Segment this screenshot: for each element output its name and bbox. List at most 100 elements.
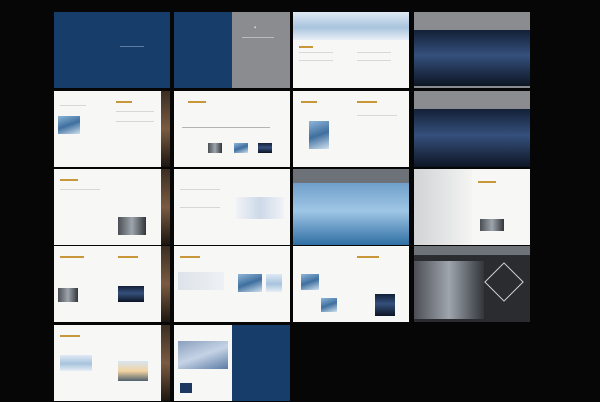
map-line-2 <box>180 207 220 208</box>
tower-photo <box>309 121 329 149</box>
back-cover-left-page <box>174 325 232 401</box>
sunset-photo-1 <box>60 355 92 371</box>
brochure-spread-contents[interactable] <box>293 12 409 88</box>
team-photo-3 <box>258 143 272 153</box>
map-left-page <box>174 169 232 245</box>
contents-line-4 <box>357 60 391 61</box>
team-photo <box>480 219 504 231</box>
brochure-spread-sailing[interactable] <box>293 169 409 245</box>
service-photo-1 <box>58 288 78 302</box>
project-table <box>178 272 224 290</box>
project-photo-1 <box>238 274 262 292</box>
service-photo-2 <box>118 286 144 302</box>
brochure-spread-service[interactable] <box>54 246 170 322</box>
diamond-header-band <box>414 246 530 255</box>
sunset-accent <box>60 335 80 337</box>
company-strip <box>161 91 170 167</box>
service-strip <box>161 246 170 322</box>
team-image-left <box>414 169 472 245</box>
architecture-right-page <box>351 246 409 322</box>
project-photo-2 <box>266 274 282 292</box>
profile-accent <box>60 179 78 181</box>
contents-accent <box>299 46 313 48</box>
brochure-spread-city-view[interactable] <box>414 12 530 88</box>
timeline-accent <box>188 101 206 103</box>
sailing-photo <box>293 183 409 245</box>
brochure-spread-map[interactable] <box>174 169 290 245</box>
team-accent <box>478 181 496 183</box>
profile-right-page <box>112 169 170 245</box>
company-line-1 <box>60 105 86 106</box>
night-city-photo <box>414 109 530 167</box>
brochure-spread-cover[interactable] <box>54 12 170 88</box>
night-view-page <box>414 91 530 167</box>
contents-page <box>293 12 409 88</box>
brochure-spread-sunset[interactable] <box>54 325 170 401</box>
diamond-icon: ◆ <box>254 25 257 29</box>
brochure-spread-architecture[interactable] <box>293 246 409 322</box>
brochure-spread-back-cover[interactable] <box>174 325 290 401</box>
map-line-1 <box>180 189 220 190</box>
timeline-axis <box>182 127 270 128</box>
cover-rule <box>120 46 144 47</box>
projects-right-page <box>232 246 290 322</box>
team-photo-1 <box>208 143 222 153</box>
handshake-photo <box>414 261 484 319</box>
brochure-spread-buildings[interactable] <box>293 91 409 167</box>
company-line-2 <box>116 111 154 112</box>
buildings-accent-right <box>357 101 377 103</box>
arch-photo-3 <box>375 294 395 316</box>
sunset-right-page <box>112 325 170 401</box>
city-photo <box>414 30 530 86</box>
service-right-page <box>112 246 170 322</box>
brochure-spread-projects[interactable] <box>174 246 290 322</box>
arch-photo-2 <box>321 298 337 312</box>
sailing-page <box>293 169 409 245</box>
diamond-page <box>414 246 530 322</box>
cover-right-page <box>112 12 170 88</box>
map-graphic <box>236 197 284 219</box>
profile-line <box>60 189 100 190</box>
service-left-page <box>54 246 112 322</box>
brochure-spread-profile[interactable] <box>54 169 170 245</box>
brochure-spread-intro[interactable]: ◆ <box>174 12 290 88</box>
buildings-line <box>357 115 397 116</box>
brochure-spread-team[interactable] <box>414 169 530 245</box>
sunset-left-page <box>54 325 112 401</box>
brochure-spread-company[interactable] <box>54 91 170 167</box>
contents-line-3 <box>357 52 391 53</box>
sunset-strip <box>161 325 170 401</box>
projects-left-page <box>174 246 232 322</box>
intro-right-page: ◆ <box>232 12 290 88</box>
contents-line-2 <box>299 60 333 61</box>
brochure-spread-night-view[interactable] <box>414 91 530 167</box>
sunset-photo-2 <box>118 361 148 381</box>
arch-accent <box>357 256 379 258</box>
company-line-3 <box>116 121 154 122</box>
projects-accent <box>180 256 200 258</box>
company-right-page <box>112 91 170 167</box>
contents-line-1 <box>299 52 333 53</box>
profile-strip <box>161 169 170 245</box>
brochure-spread-timeline[interactable] <box>174 91 290 167</box>
timeline-page <box>174 91 290 167</box>
team-right-page <box>472 169 530 245</box>
service-accent-right <box>118 256 138 258</box>
map-right-page <box>232 169 290 245</box>
building-photo-1 <box>58 116 80 134</box>
intro-rule <box>242 37 274 38</box>
company-left-page <box>54 91 112 167</box>
eagle-photo <box>178 341 228 369</box>
brochure-spread-diamond[interactable] <box>414 246 530 322</box>
arch-photo-1 <box>301 274 319 290</box>
buildings-left-page <box>293 91 351 167</box>
back-cover-right-page <box>232 325 290 401</box>
city-grey-page <box>414 12 530 88</box>
company-accent <box>116 101 132 103</box>
team-photo-2 <box>234 143 248 153</box>
diamond-graphic <box>484 262 524 302</box>
back-cover-badge <box>180 383 192 393</box>
service-accent <box>60 256 84 258</box>
profile-left-page <box>54 169 112 245</box>
sky-photo <box>293 12 409 40</box>
